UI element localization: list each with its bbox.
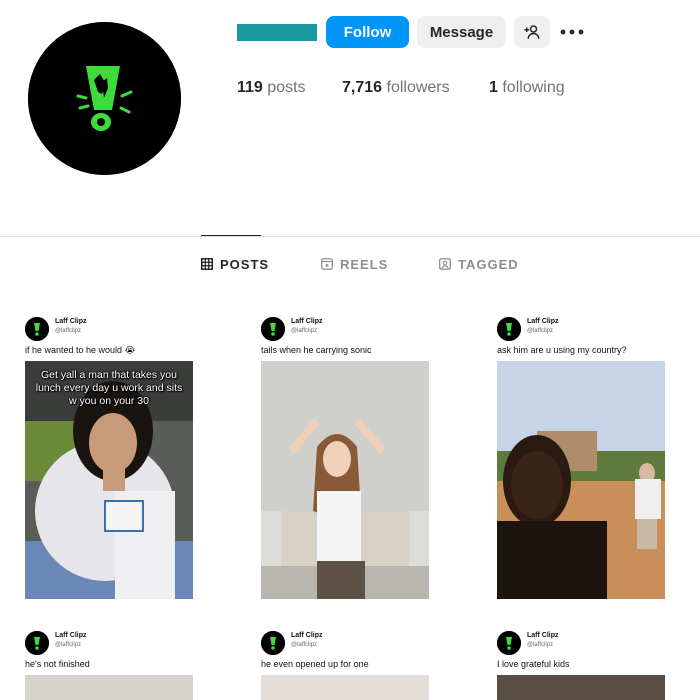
post-caption: tails when he carrying sonic (261, 345, 372, 355)
post-account-handle: @laffclipz (55, 328, 81, 334)
post-thumbnail: Get yall a man that takes you lunch ever… (25, 361, 193, 599)
post-caption: I love grateful kids (497, 659, 570, 669)
post-header: Laff Clipz @laffclipz (25, 315, 195, 343)
post-account-handle: @laffclipz (55, 642, 81, 648)
post-header: Laff Clipz @laffclipz (497, 629, 667, 657)
grid-icon (201, 258, 213, 270)
post-tile[interactable]: Laff Clipz @laffclipz ask him are u usin… (497, 315, 667, 605)
post-account-name: Laff Clipz (291, 632, 323, 639)
laff-clipz-logo (497, 317, 521, 341)
post-account-avatar (261, 317, 285, 341)
post-thumbnail (497, 361, 665, 599)
laff-clipz-logo (261, 631, 285, 655)
laff-clipz-logo (261, 317, 285, 341)
tab-reels-label: REELS (340, 256, 389, 272)
post-account-avatar (25, 631, 49, 655)
tagged-icon (439, 258, 451, 270)
post-caption: if he wanted to he would 😭 (25, 345, 136, 355)
tab-tagged[interactable]: TAGGED (439, 255, 519, 273)
tabs-divider (0, 236, 700, 237)
post-caption: he's not finished (25, 659, 90, 669)
laff-clipz-logo (28, 22, 181, 175)
followers-count[interactable]: 7,716 followers (342, 79, 450, 97)
tab-tagged-label: TAGGED (458, 256, 519, 272)
post-account-avatar (497, 317, 521, 341)
post-account-avatar (25, 317, 49, 341)
post-account-name: Laff Clipz (527, 632, 559, 639)
active-tab-indicator (201, 235, 261, 236)
post-account-handle: @laffclipz (291, 642, 317, 648)
post-header: Laff Clipz @laffclipz (261, 629, 431, 657)
laff-clipz-logo (25, 631, 49, 655)
post-account-avatar (261, 631, 285, 655)
posts-count[interactable]: 119 posts (237, 79, 306, 97)
laff-clipz-logo (497, 631, 521, 655)
post-tile[interactable]: Laff Clipz @laffclipz if he wanted to he… (25, 315, 195, 605)
post-caption: he even opened up for one (261, 659, 369, 669)
post-tile[interactable]: Laff Clipz @laffclipz I love grateful ki… (497, 629, 667, 700)
tab-reels[interactable]: REELS (321, 255, 388, 273)
post-header: Laff Clipz @laffclipz (497, 315, 667, 343)
add-user-icon (524, 25, 540, 39)
tab-posts-label: POSTS (220, 256, 270, 272)
post-tile[interactable]: Laff Clipz @laffclipz he even opened up … (261, 629, 431, 700)
post-account-handle: @laffclipz (291, 328, 317, 334)
post-thumbnail (497, 675, 665, 700)
post-thumbnail (261, 361, 429, 599)
suggested-accounts-button[interactable] (514, 16, 550, 48)
more-options-button[interactable] (556, 17, 588, 47)
post-account-handle: @laffclipz (527, 328, 553, 334)
profile-avatar[interactable] (28, 22, 181, 175)
post-account-avatar (497, 631, 521, 655)
more-options-icon (560, 29, 584, 35)
post-account-name: Laff Clipz (55, 318, 87, 325)
post-overlay-text: Get yall a man that takes you lunch ever… (35, 369, 183, 407)
post-image (497, 361, 665, 599)
message-button[interactable]: Message (417, 16, 506, 48)
reels-icon (321, 258, 333, 270)
post-caption: ask him are u using my country? (497, 345, 627, 355)
laff-clipz-logo (25, 317, 49, 341)
post-account-handle: @laffclipz (527, 642, 553, 648)
post-account-name: Laff Clipz (527, 318, 559, 325)
post-thumbnail (261, 675, 429, 700)
post-account-name: Laff Clipz (55, 632, 87, 639)
post-tile[interactable]: Laff Clipz @laffclipz tails when he carr… (261, 315, 431, 605)
post-image (261, 361, 429, 599)
post-header: Laff Clipz @laffclipz (261, 315, 431, 343)
post-header: Laff Clipz @laffclipz (25, 629, 195, 657)
follow-button[interactable]: Follow (326, 16, 409, 48)
tab-posts[interactable]: POSTS (201, 255, 269, 273)
following-count[interactable]: 1 following (489, 79, 565, 97)
post-thumbnail (25, 675, 193, 700)
post-tile[interactable]: Laff Clipz @laffclipz he's not finished (25, 629, 195, 700)
profile-name-redacted (237, 24, 317, 41)
post-account-name: Laff Clipz (291, 318, 323, 325)
